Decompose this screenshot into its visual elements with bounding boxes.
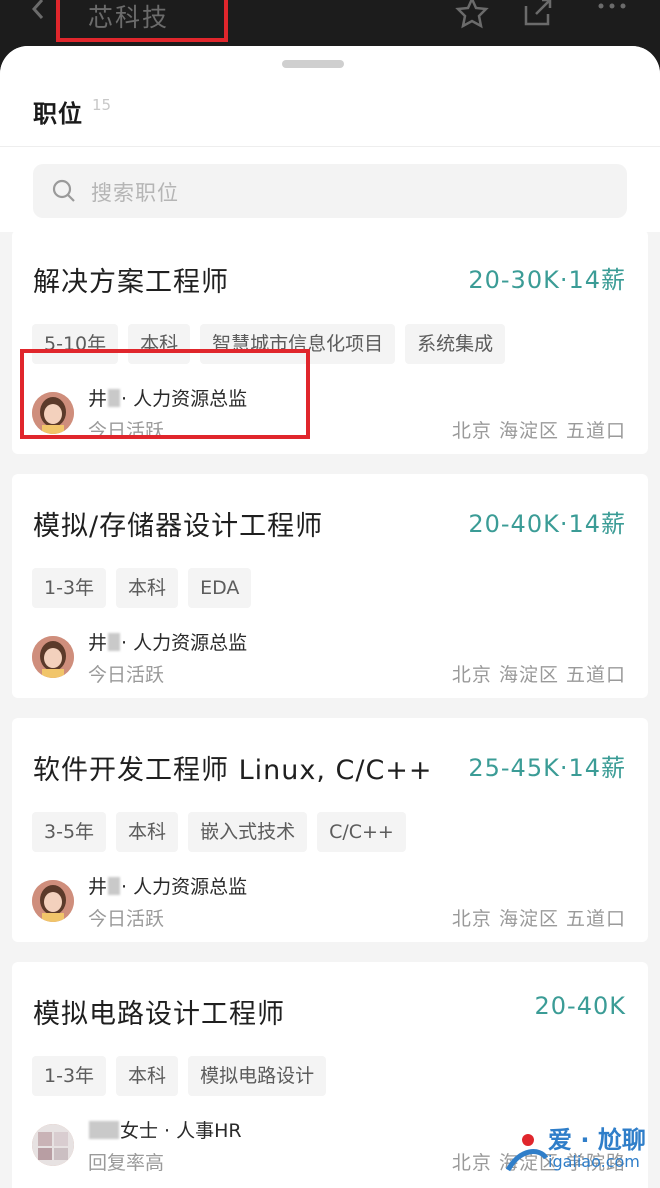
recruiter-name: 井 · 人力资源总监 [88,632,248,654]
recruiter-name: 女士 · 人事HR [88,1116,242,1143]
job-tags: 1-3年 本科 EDA [32,568,252,608]
job-tags: 3-5年 本科 嵌入式技术 C/C++ [32,812,406,852]
more-icon[interactable] [592,0,632,32]
share-icon[interactable] [518,0,558,32]
blurred-name [89,1121,119,1139]
job-location: 北京 海淀区 五道口 [451,664,626,686]
highlight-annotation [20,349,310,439]
job-count: 15 [92,96,112,114]
job-salary: 25-45K·14薪 [468,754,626,782]
sheet-header: 职位 15 搜索职位 [0,46,660,232]
job-tag: 1-3年 [32,1056,107,1096]
avatar [32,636,74,678]
job-salary: 20-40K·14薪 [468,510,626,538]
divider [0,146,660,147]
job-title: 解决方案工程师 [33,267,229,298]
job-tags: 1-3年 本科 模拟电路设计 [32,1056,327,1096]
job-title: 软件开发工程师 Linux, C/C++ [33,755,433,786]
job-tag: 本科 [116,1056,179,1096]
watermark-url: igaliao.com [548,1152,640,1171]
recruiter-status: 今日活跃 [88,664,165,686]
job-salary: 20-40K [534,992,626,1020]
job-location: 北京 海淀区 五道口 [451,908,626,930]
back-icon[interactable] [28,0,50,22]
job-title: 模拟电路设计工程师 [33,999,285,1030]
star-icon[interactable] [452,0,492,32]
blurred-name [108,877,121,895]
top-bar: 芯科技 [0,0,660,46]
job-card[interactable]: 软件开发工程师 Linux, C/C++ 25-45K·14薪 3-5年 本科 … [12,718,648,942]
recruiter-status: 今日活跃 [88,908,165,930]
job-location: 北京 海淀区 五道口 [451,420,626,442]
section-title: 职位 [33,100,83,128]
company-title: 芯科技 [56,0,228,42]
recruiter-status: 回复率高 [88,1152,165,1174]
job-card[interactable]: 模拟/存储器设计工程师 20-40K·14薪 1-3年 本科 EDA 井 · 人力… [12,474,648,698]
search-icon [52,179,75,202]
job-tag: 3-5年 [32,812,107,852]
job-tag: 嵌入式技术 [188,812,308,852]
watermark-text: 爱 · 尬聊 [548,1126,646,1154]
drag-handle[interactable] [282,60,344,68]
job-tag: EDA [188,568,252,608]
search-placeholder: 搜索职位 [91,181,179,205]
blurred-name [108,633,121,651]
avatar [32,880,74,922]
job-tag: 本科 [116,812,179,852]
job-tag: 系统集成 [405,324,506,364]
job-tag: 1-3年 [32,568,107,608]
recruiter-name: 井 · 人力资源总监 [88,876,248,898]
job-title: 模拟/存储器设计工程师 [33,511,324,542]
job-tag: C/C++ [317,812,406,852]
avatar [32,1124,74,1166]
job-tag: 本科 [116,568,179,608]
job-salary: 20-30K·14薪 [468,266,626,294]
search-input[interactable]: 搜索职位 [33,164,627,218]
job-tag: 模拟电路设计 [188,1056,327,1096]
